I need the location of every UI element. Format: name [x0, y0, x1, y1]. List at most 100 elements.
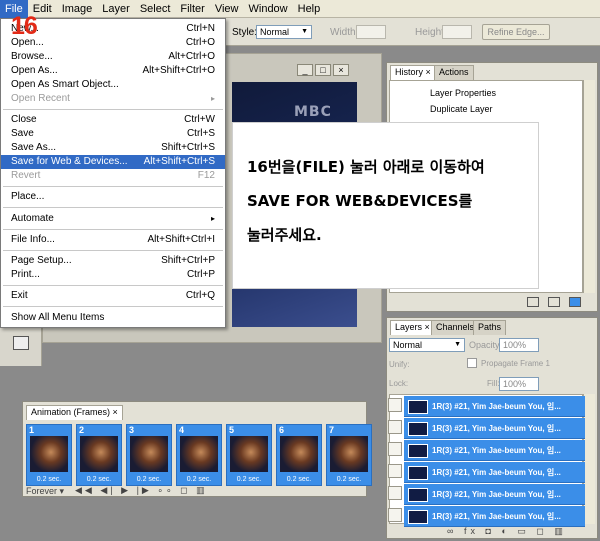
new-layer-icon[interactable]: ◻: [536, 526, 547, 536]
shortcut: Ctrl+Q: [185, 290, 215, 301]
layer-row[interactable]: 1R(3) #21, Yim Jae-beum You, 임...: [404, 440, 585, 461]
next-frame-icon[interactable]: |▶: [137, 485, 152, 495]
frame-delay[interactable]: 0.2 sec.: [227, 476, 271, 483]
minimize-icon[interactable]: _: [297, 64, 313, 76]
visibility-toggle[interactable]: [388, 464, 402, 478]
menu-item-print[interactable]: Print... Ctrl+P: [1, 268, 225, 282]
trash-icon[interactable]: ▥: [554, 526, 567, 536]
menu-window[interactable]: Window: [244, 0, 293, 18]
link-icon[interactable]: ∞: [447, 526, 457, 536]
history-scrollbar[interactable]: [583, 80, 595, 293]
blend-mode-select[interactable]: Normal ▼: [389, 338, 465, 352]
frame-delay[interactable]: 0.2 sec.: [27, 476, 71, 483]
visibility-toggle[interactable]: [388, 508, 402, 522]
shortcut: Ctrl+N: [186, 23, 215, 34]
menu-item-place[interactable]: Place...: [1, 190, 225, 204]
animation-frame[interactable]: 1 0.2 sec.: [26, 424, 72, 486]
menu-item-open-smart-object[interactable]: Open As Smart Object...: [1, 78, 225, 92]
prev-frame-icon[interactable]: ◀|: [100, 485, 115, 495]
width-field[interactable]: [356, 25, 386, 39]
animation-title: Animation (Frames): [31, 407, 111, 417]
duplicate-frame-icon[interactable]: ◻: [180, 485, 190, 495]
maximize-icon[interactable]: □: [315, 64, 331, 76]
new-document-icon[interactable]: [548, 297, 561, 307]
loop-select[interactable]: Forever ▾: [26, 486, 64, 497]
frame-delay[interactable]: 0.2 sec.: [127, 476, 171, 483]
menu-help[interactable]: Help: [293, 0, 326, 18]
menu-item-page-setup[interactable]: Page Setup... Shift+Ctrl+P: [1, 254, 225, 268]
visibility-toggle[interactable]: [388, 420, 402, 434]
tab-layers-label: Layers: [395, 322, 423, 332]
fill-field[interactable]: 100%: [499, 377, 539, 391]
first-frame-icon[interactable]: ◀◀: [75, 485, 95, 495]
layer-row[interactable]: 1R(3) #21, Yim Jae-beum You, 임...: [404, 418, 585, 439]
tab-history[interactable]: History ×: [390, 65, 436, 80]
menu-item-browse[interactable]: Browse... Alt+Ctrl+O: [1, 50, 225, 64]
mask-icon[interactable]: ◘: [485, 526, 494, 536]
play-icon[interactable]: ▶: [121, 485, 131, 495]
animation-frame[interactable]: 2 0.2 sec.: [76, 424, 122, 486]
menu-item-exit[interactable]: Exit Ctrl+Q: [1, 289, 225, 303]
label: Exit: [11, 290, 28, 301]
layer-row[interactable]: 1R(3) #21, Yim Jae-beum You, 임...: [404, 484, 585, 505]
menu-item-show-all[interactable]: Show All Menu Items: [1, 311, 225, 325]
tween-icon[interactable]: ∘∘: [157, 485, 174, 495]
frame-delay[interactable]: 0.2 sec.: [77, 476, 121, 483]
visibility-toggle[interactable]: [388, 442, 402, 456]
menu-item-file-info[interactable]: File Info... Alt+Shift+Ctrl+I: [1, 233, 225, 247]
menu-layer[interactable]: Layer: [97, 0, 135, 18]
visibility-toggle[interactable]: [388, 398, 402, 412]
frame-delay[interactable]: 0.2 sec.: [327, 476, 371, 483]
history-item[interactable]: Layer Properties: [430, 87, 496, 100]
style-value: Normal: [260, 27, 290, 37]
tab-animation[interactable]: Animation (Frames) ×: [26, 405, 123, 420]
tab-layers[interactable]: Layers ×: [390, 320, 435, 335]
history-item[interactable]: Duplicate Layer: [430, 103, 493, 116]
trash-icon[interactable]: [569, 297, 582, 307]
menu-item-open-as[interactable]: Open As... Alt+Shift+Ctrl+O: [1, 64, 225, 78]
adjustment-icon[interactable]: ◐: [501, 526, 510, 536]
animation-frame[interactable]: 3 0.2 sec.: [126, 424, 172, 486]
fx-icon[interactable]: fx: [464, 526, 479, 536]
menu-select[interactable]: Select: [135, 0, 176, 18]
folder-icon[interactable]: ▭: [517, 526, 530, 536]
height-field[interactable]: [442, 25, 472, 39]
animation-frame[interactable]: 4 0.2 sec.: [176, 424, 222, 486]
trash-icon[interactable]: ▥: [196, 485, 208, 495]
close-icon[interactable]: ×: [113, 407, 118, 417]
layer-row[interactable]: 1R(3) #21, Yim Jae-beum You, 임...: [404, 462, 585, 483]
animation-frame[interactable]: 5 0.2 sec.: [226, 424, 272, 486]
menu-item-revert[interactable]: Revert F12: [1, 169, 225, 183]
screen-mode-icon[interactable]: [13, 336, 29, 350]
frame-delay[interactable]: 0.2 sec.: [177, 476, 221, 483]
frame-delay[interactable]: 0.2 sec.: [277, 476, 321, 483]
animation-frame[interactable]: 7 0.2 sec.: [326, 424, 372, 486]
tab-actions[interactable]: Actions: [434, 65, 474, 80]
menu-view[interactable]: View: [210, 0, 244, 18]
close-icon[interactable]: ×: [426, 67, 431, 77]
visibility-toggle[interactable]: [388, 486, 402, 500]
menu-filter[interactable]: Filter: [175, 0, 209, 18]
opacity-field[interactable]: 100%: [499, 338, 539, 352]
tab-channels[interactable]: Channels: [431, 320, 480, 335]
propagate-checkbox[interactable]: [467, 358, 477, 368]
frame-number: 1: [29, 425, 35, 435]
menu-item-save-as[interactable]: Save As... Shift+Ctrl+S: [1, 141, 225, 155]
layer-row[interactable]: 1R(3) #21, Yim Jae-beum You, 임...: [404, 396, 585, 417]
close-icon[interactable]: ×: [333, 64, 349, 76]
style-select[interactable]: Normal ▼: [256, 25, 312, 39]
refine-edge-button[interactable]: Refine Edge...: [482, 24, 550, 40]
frame-number: 3: [129, 425, 135, 435]
menu-item-save[interactable]: Save Ctrl+S: [1, 127, 225, 141]
menu-item-close[interactable]: Close Ctrl+W: [1, 113, 225, 127]
new-snapshot-icon[interactable]: [527, 297, 539, 307]
menu-item-open-recent[interactable]: Open Recent ▸: [1, 92, 225, 106]
close-icon[interactable]: ×: [425, 322, 430, 332]
menu-item-save-for-web[interactable]: Save for Web & Devices... Alt+Shift+Ctrl+…: [1, 155, 225, 169]
frame-thumbnail: [80, 436, 118, 472]
menu-image[interactable]: Image: [57, 0, 98, 18]
animation-frame[interactable]: 6 0.2 sec.: [276, 424, 322, 486]
layer-row[interactable]: 1R(3) #21, Yim Jae-beum You, 임...: [404, 506, 585, 527]
menu-item-automate[interactable]: Automate ▸: [1, 212, 225, 226]
tab-paths[interactable]: Paths: [473, 320, 507, 335]
